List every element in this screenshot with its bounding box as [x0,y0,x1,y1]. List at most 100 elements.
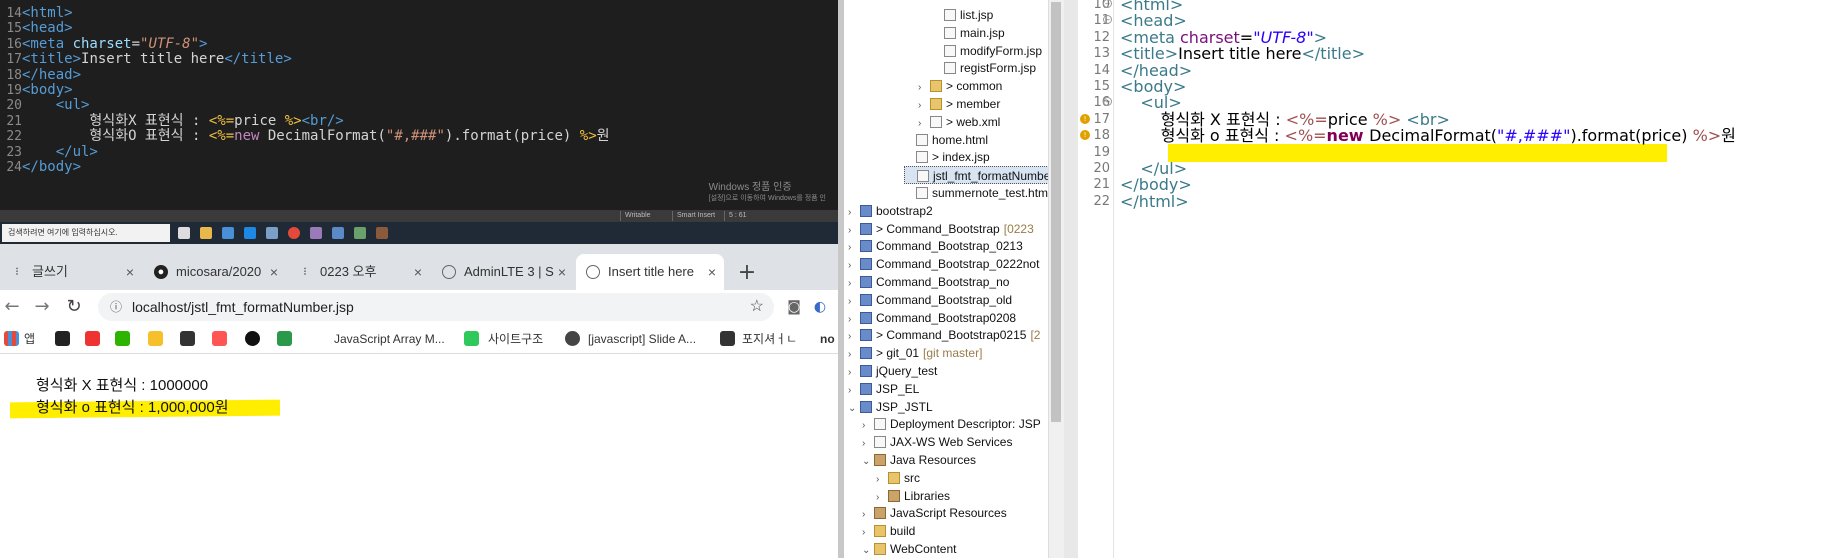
edge-icon[interactable] [244,227,256,239]
maps-icon[interactable] [148,331,163,346]
github-icon[interactable] [245,331,260,346]
tree-item[interactable]: › > common [918,77,1002,95]
browser-tab[interactable]: ● micosara/2020 × [144,254,286,290]
tree-item[interactable]: › Command_Bootstrap0208 [848,309,1016,327]
app-icon[interactable] [266,227,278,239]
tree-item[interactable]: modifyForm.jsp [932,42,1042,60]
fold-icon[interactable]: − [1103,0,1112,8]
tree-item[interactable]: › Libraries [876,487,950,505]
app-icon[interactable] [310,227,322,239]
bookmark-star-icon[interactable]: ☆ [750,293,764,321]
tree-item[interactable]: ⌄ WebContent [862,540,957,558]
proj-icon [860,204,872,217]
browser-tab-active[interactable]: Insert title here × [576,254,724,290]
extension-icon[interactable]: ◐ [808,295,832,319]
close-icon[interactable]: × [558,254,566,290]
close-icon[interactable]: × [126,254,134,290]
app-icon[interactable] [354,227,366,239]
explorer-scrollbar-thumb[interactable] [1051,2,1061,422]
browser-tab[interactable]: ⁝ 0223 오후 × [288,254,430,290]
address-bar[interactable]: ⓘ localhost/jstl_fmt_formatNumber.jsp ☆ [98,293,774,321]
app-icon[interactable] [332,227,344,239]
fold-icon[interactable]: − [1103,15,1112,25]
tree-item[interactable]: › jQuery_test [848,362,937,380]
tree-item[interactable]: › Command_Bootstrap_0213 [848,237,1023,255]
bookmark-item[interactable]: 포지셔ㅓㄴ [742,331,797,347]
blog-icon[interactable] [464,331,479,346]
eclipse-icon[interactable] [376,227,388,239]
bookmark-item[interactable]: [javascript] Slide A... [588,331,696,347]
file-icon [874,418,886,431]
camera-icon[interactable]: ◙ [782,295,806,319]
tree-item[interactable]: jstl_fmt_formatNumber.jsp [904,166,1048,185]
file-explorer-icon[interactable] [200,227,212,239]
tree-item[interactable]: › > Command_Bootstrap0215 [2 [848,326,1040,344]
editor-status-bar: Writable Smart Insert 5 : 61 [0,210,838,222]
tree-item[interactable]: › Command_Bootstrap_no [848,273,1009,291]
bookmark-item[interactable]: JavaScript Array M... [334,331,445,347]
reload-icon[interactable]: ↻ [62,295,86,319]
forward-icon[interactable]: → [30,295,54,319]
tree-item[interactable]: summernote_test.html [904,184,1048,202]
tree-item-label: JAX-WS Web Services [890,435,1013,450]
w3schools-icon[interactable] [277,331,292,346]
tree-item[interactable]: registForm.jsp [932,59,1036,77]
apps-icon[interactable] [4,331,19,346]
tree-item[interactable]: › build [862,522,915,540]
url-text: localhost/jstl_fmt_formatNumber.jsp [132,299,354,315]
tree-item[interactable]: › JAX-WS Web Services [862,433,1012,451]
tistory-icon[interactable] [720,331,735,346]
close-icon[interactable]: × [270,254,278,290]
tistory-icon[interactable] [180,331,195,346]
close-icon[interactable]: × [708,254,716,290]
tree-item[interactable]: › JSP_EL [848,380,919,398]
tree-item[interactable]: list.jsp [932,6,993,24]
task-view-icon[interactable] [178,227,190,239]
chevron-down-icon[interactable]: ⌄ [848,400,860,418]
tree-item[interactable]: ⌄ Java Resources [862,451,976,469]
close-icon[interactable]: × [414,254,422,290]
browser-tab[interactable]: AdminLTE 3 | S × [432,254,574,290]
bookmark-item[interactable]: 사이트구조 [488,331,543,347]
browser-tab[interactable]: ⁝ 글쓰기 × [0,254,142,290]
tab-label: micosara/2020 [176,264,262,279]
tree-item[interactable]: › Command_Bootstrap_0222not [848,255,1039,273]
bookmark-item[interactable]: no [820,331,835,347]
new-tab-button[interactable]: + [733,260,761,288]
tree-item[interactable]: › Deployment Descriptor: JSP [862,415,1041,433]
windows-watermark: Windows 정품 인증 [설정]으로 이동하여 Windows를 정품 인 [708,182,826,202]
back-icon[interactable]: ← [0,295,24,319]
tree-item[interactable]: › Command_Bootstrap_old [848,291,1012,309]
tree-item[interactable]: › JavaScript Resources [862,504,1007,522]
naver-icon[interactable] [115,331,130,346]
tree-item[interactable]: › > member [918,95,1000,113]
tree-item[interactable]: home.html [904,131,988,149]
tree-item[interactable]: › > Command_Bootstrap [0223 [848,220,1034,238]
bookmark-icon[interactable] [55,331,70,346]
tree-item[interactable]: › > git_01 [git master] [848,344,982,362]
tree-item[interactable]: > index.jsp [904,148,990,166]
code-text: </html> [1120,191,1189,211]
folder-icon [874,543,886,555]
folder-icon [874,525,886,538]
globe-icon[interactable] [565,331,580,346]
tree-item[interactable]: ⌄ JSP_JSTL [848,398,933,416]
dark-code-editor[interactable]: 14<html> 15<head> 16<meta charset="UTF-8… [0,0,838,210]
chevron-down-icon[interactable]: ⌄ [862,453,874,471]
chrome-icon[interactable] [288,227,300,239]
chevron-down-icon[interactable]: ⌄ [862,542,874,558]
warning-icon[interactable]: ! [1080,113,1090,124]
chat-icon[interactable] [222,227,234,239]
tree-item[interactable]: › > web.xml [918,113,1000,131]
bookmark-item[interactable]: 앱 [24,331,35,347]
tree-item[interactable]: main.jsp [932,24,1005,42]
pane-divider[interactable] [1064,0,1078,558]
youtube-icon[interactable] [85,331,100,346]
taskbar-search-input[interactable]: 검색하려면 여기에 입력하십시오. [2,224,170,242]
info-icon[interactable]: ⓘ [110,293,122,321]
tree-item[interactable]: › src [876,469,920,487]
bookmarks-bar: 앱 JavaScript Array M... 사이트구조 [javascrip… [0,324,838,354]
tree-item[interactable]: › bootstrap2 [848,202,933,220]
fold-icon[interactable]: − [1103,97,1112,107]
soundcloud-icon[interactable] [212,331,227,346]
